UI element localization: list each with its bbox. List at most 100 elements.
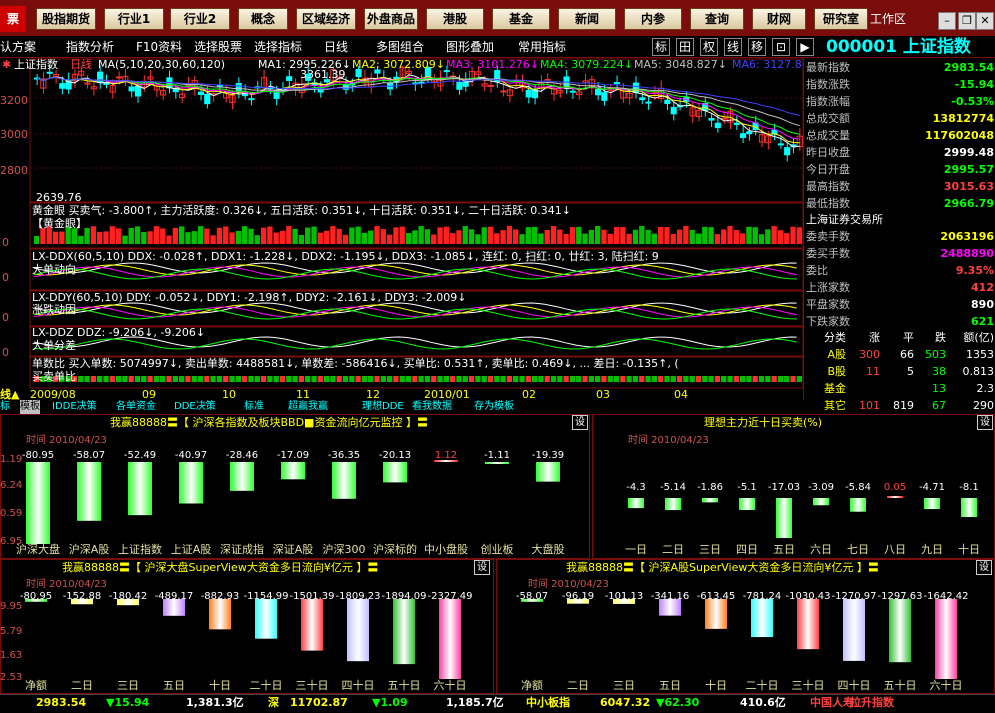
single-bar	[544, 376, 550, 382]
toolbar-item[interactable]: 多图组合	[376, 38, 424, 56]
nav-button[interactable]: 内参	[624, 8, 682, 30]
toolbar-square-button[interactable]: 田	[676, 38, 694, 56]
nav-button[interactable]: 新闻	[558, 8, 616, 30]
panel3-settings-button[interactable]: 设	[474, 560, 490, 575]
template-tab[interactable]: 标	[0, 400, 10, 414]
single-bar	[670, 376, 676, 382]
toolbar-item[interactable]: 选择股票	[194, 38, 242, 56]
nav-button[interactable]: 外盘商品	[364, 8, 418, 30]
single-bar	[620, 376, 626, 382]
toolbar-item[interactable]: F10资料	[136, 38, 182, 56]
toolbar-square-button[interactable]: ⊡	[772, 38, 790, 56]
single-bar	[134, 376, 141, 382]
volume-bar	[494, 233, 500, 244]
nav-button[interactable]: 研究室	[814, 8, 868, 30]
nav-button[interactable]: 区域经济	[296, 8, 356, 30]
panel1-settings-button[interactable]: 设	[572, 415, 588, 430]
candle-body	[664, 99, 671, 105]
quote-row: 指数涨跌 -15.94	[806, 78, 994, 91]
nav-button[interactable]: 股指期货	[36, 8, 96, 30]
single-bar	[664, 376, 670, 382]
template-tab[interactable]: IDDE决策	[52, 400, 97, 414]
volume-bar	[109, 226, 115, 244]
template-tab[interactable]: 各单资金	[116, 400, 156, 414]
toolbar-square-button[interactable]: ▶	[796, 38, 814, 56]
template-tab[interactable]: DDE决策	[174, 400, 216, 414]
volume-bar	[128, 227, 134, 244]
nav-button[interactable]: 行业1	[104, 8, 164, 30]
date-tick: 04	[674, 388, 688, 401]
toolbar-item[interactable]: 认方案	[0, 38, 36, 56]
ma2-value: MA2: 3072.809↓	[352, 58, 445, 71]
nav-button[interactable]: 概念	[238, 8, 288, 30]
high-label: 3361.39	[300, 68, 346, 81]
template-tab[interactable]: 超赢我赢	[288, 400, 328, 414]
template-tab[interactable]: 标准	[244, 400, 264, 414]
toolbar-item[interactable]: 图形叠加	[446, 38, 494, 56]
toolbar-item[interactable]: 常用指标	[518, 38, 566, 56]
flow-bar	[536, 462, 560, 482]
y-tick: 3000	[0, 128, 28, 141]
toolbar-item[interactable]: 选择指标	[254, 38, 302, 56]
flow-bar	[332, 462, 356, 499]
flow-bar	[843, 599, 865, 661]
single-bar	[576, 376, 582, 382]
toolbar-item[interactable]: 指数分析	[66, 38, 114, 56]
nav-button[interactable]: 查询	[690, 8, 744, 30]
toolbar-square-button[interactable]: 权	[700, 38, 718, 56]
flow-bar	[26, 462, 50, 544]
toolbar-square-button[interactable]: 标	[652, 38, 670, 56]
template-tab[interactable]: 模板	[20, 400, 40, 414]
single-bar	[771, 376, 777, 382]
candle-body	[46, 71, 53, 74]
candle-body	[235, 82, 242, 93]
close-icon[interactable]: ✕	[976, 12, 994, 30]
template-tab[interactable]: 看我数据	[412, 400, 452, 414]
template-tab[interactable]: 存为模板	[474, 400, 514, 414]
quote-row: 昨日收盘 2999.48	[806, 146, 994, 159]
toolbar-item[interactable]: 日线	[324, 38, 348, 56]
volume-bar	[380, 229, 386, 244]
toolbar-square-button[interactable]: 移	[748, 38, 766, 56]
nav-button[interactable]: 基金	[492, 8, 550, 30]
single-bar	[456, 376, 462, 382]
flow-bar	[961, 498, 977, 518]
single-bar	[361, 376, 368, 382]
ddy-tag: 涨跌动因	[32, 303, 76, 316]
restore-icon[interactable]: ❐	[958, 12, 976, 30]
single-bar	[727, 376, 733, 382]
volume-bar	[721, 229, 727, 244]
ddz-header: LX-DDZ DDZ: -9.206↓, -9.206↓	[32, 326, 206, 339]
bar-category-label: 六十日	[929, 679, 963, 692]
ma3-value: MA3: 3101.276↓	[446, 58, 539, 71]
template-tab[interactable]: 理想DDE	[362, 400, 404, 414]
status-item: 410.6亿	[740, 696, 786, 709]
single-bar	[84, 376, 90, 382]
candle-body	[286, 76, 293, 81]
single-bar	[784, 376, 790, 382]
nav-button[interactable]: 财网	[752, 8, 806, 30]
panel4-settings-button[interactable]: 设	[976, 560, 992, 575]
single-bar	[676, 376, 683, 382]
nav-button[interactable]: 行业2	[170, 8, 230, 30]
candle-body	[197, 91, 204, 96]
quote-row: 上涨家数 412	[806, 281, 994, 294]
candle-body	[777, 143, 784, 146]
gold-eye-header: 黄金眼 买卖气: -3.800↑, 主力活跃度: 0.326↓, 五日活跃: 0…	[32, 204, 571, 217]
quote-row: 总成交量 117602048	[806, 129, 994, 142]
workarea-label[interactable]: 工作区	[870, 8, 920, 30]
single-bar	[172, 376, 178, 382]
volume-bar	[777, 230, 784, 244]
quote-row: 平盘家数 890	[806, 298, 994, 311]
status-item: 中国人寿	[810, 696, 854, 709]
nav-button[interactable]: 港股	[426, 8, 484, 30]
panel2-settings-button[interactable]: 设	[977, 415, 993, 430]
bar-category-label: 大盘股	[531, 543, 565, 556]
volume-bar	[166, 235, 172, 244]
flow-bar	[383, 462, 407, 483]
volume-bar	[305, 227, 311, 244]
kline-chart[interactable]	[0, 58, 803, 400]
minimize-icon[interactable]: –	[938, 12, 956, 30]
ma-params: MA(5,10,20,30,60,120)	[98, 58, 226, 71]
toolbar-square-button[interactable]: 线	[724, 38, 742, 56]
